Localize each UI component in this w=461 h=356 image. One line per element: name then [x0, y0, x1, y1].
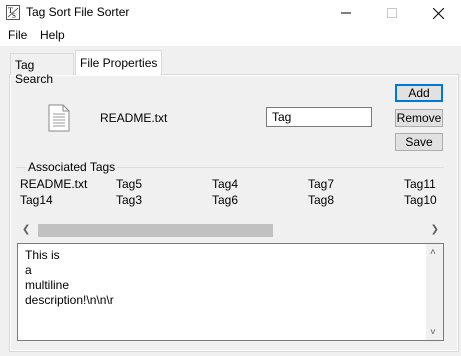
maximize-button[interactable] — [369, 0, 415, 26]
app-icon: T S — [6, 5, 20, 20]
minimize-button[interactable] — [323, 0, 369, 26]
description-text: This is a multiline description!\n\n\r — [25, 248, 114, 307]
tag-item[interactable]: Tag10 — [404, 193, 437, 207]
tag-item[interactable]: Tag11 — [404, 177, 436, 191]
title-bar: T S Tag Sort File Sorter — [0, 0, 461, 26]
add-button[interactable]: Add — [395, 84, 443, 102]
tag-input[interactable] — [266, 107, 372, 127]
associated-tags-title: Associated Tags — [26, 160, 118, 174]
tag-item[interactable]: Tag6 — [212, 193, 238, 207]
remove-button[interactable]: Remove — [395, 109, 443, 127]
tab-tag-search[interactable]: Tag Search — [10, 53, 74, 86]
save-button[interactable]: Save — [395, 133, 443, 151]
tag-item[interactable]: Tag4 — [212, 177, 238, 191]
scroll-up-icon[interactable]: ˄ — [430, 247, 436, 258]
scroll-down-icon[interactable]: ˅ — [430, 327, 436, 338]
scroll-left-icon[interactable]: ❮ — [22, 224, 30, 235]
scroll-right-icon[interactable]: ❯ — [431, 224, 439, 235]
tab-file-properties[interactable]: File Properties — [75, 50, 163, 75]
tag-item[interactable]: Tag8 — [308, 193, 334, 207]
menu-bar: File Help — [0, 26, 461, 46]
description-textarea[interactable]: This is a multiline description!\n\n\r ˄… — [17, 243, 444, 341]
maximize-icon — [387, 8, 397, 18]
close-button[interactable] — [415, 0, 461, 26]
tag-item[interactable]: Tag3 — [116, 193, 142, 207]
document-icon — [48, 104, 70, 132]
tag-item[interactable]: Tag7 — [308, 177, 334, 191]
tag-item[interactable]: Tag14 — [20, 193, 53, 207]
scrollbar-thumb[interactable] — [38, 224, 273, 237]
menu-help[interactable]: Help — [40, 28, 65, 42]
tag-item[interactable]: Tag5 — [116, 177, 142, 191]
file-name: README.txt — [100, 111, 168, 125]
menu-file[interactable]: File — [8, 28, 27, 42]
tags-horizontal-scrollbar[interactable]: ❮ ❯ — [17, 222, 444, 239]
description-vertical-scrollbar[interactable]: ˄ ˅ — [426, 244, 443, 340]
close-icon — [432, 7, 444, 19]
window-title: Tag Sort File Sorter — [26, 5, 130, 19]
minimize-icon — [341, 12, 351, 14]
tag-item[interactable]: README.txt — [20, 177, 87, 191]
